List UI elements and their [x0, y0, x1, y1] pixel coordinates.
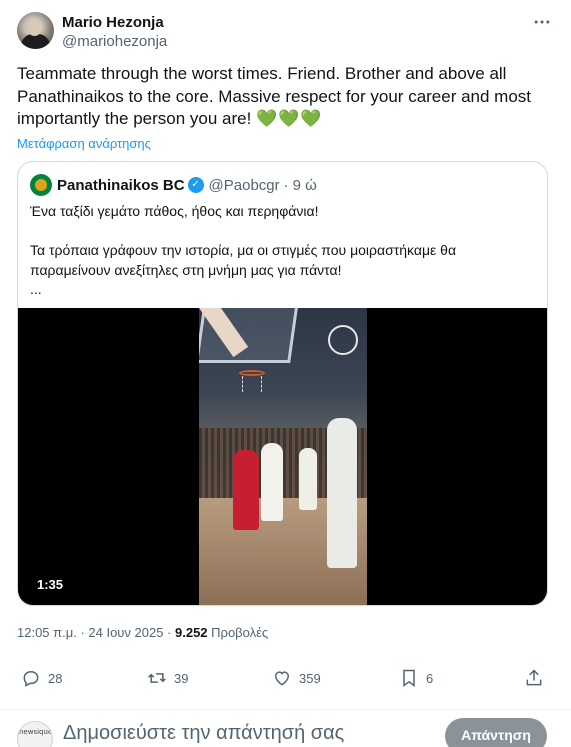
share-button[interactable] [524, 668, 544, 688]
divider [0, 709, 571, 710]
quoted-handle: @Paobcgr [208, 176, 280, 194]
quoted-tweet[interactable]: Panathinaikos BC ✓ @Paobcgr · 9 ώ Ένα τα… [17, 161, 548, 606]
like-button[interactable]: 359 [272, 668, 321, 688]
separator-dot: · [283, 176, 289, 194]
video-frame [199, 308, 367, 605]
action-bar: 28 39 359 6 [17, 668, 548, 692]
quoted-time: 9 ώ [292, 176, 317, 194]
repost-count: 39 [174, 670, 189, 686]
reply-avatar-text: newsique [19, 728, 53, 736]
quoted-header: Panathinaikos BC ✓ @Paobcgr · 9 ώ [30, 174, 317, 196]
views-label: Προβολές [207, 625, 269, 640]
heart-icon [274, 671, 290, 686]
quoted-name: Panathinaikos BC [57, 176, 185, 194]
green-hearts-emoji: 💚💚💚 [256, 109, 323, 128]
player-white-graphic [261, 443, 283, 521]
author-display-name[interactable]: Mario Hezonja [62, 14, 164, 31]
tweet-text: Teammate through the worst times. Friend… [17, 63, 547, 131]
quoted-text: Ένα ταξίδι γεμάτο πάθος, ήθος και περηφά… [30, 203, 457, 297]
verified-badge-icon: ✓ [187, 177, 204, 193]
tweet-header: Mario Hezonja @mariohezonja [17, 12, 554, 52]
more-dots-icon[interactable] [530, 12, 554, 36]
reply-icon [23, 670, 39, 687]
bookmark-button[interactable]: 6 [399, 668, 433, 688]
translate-link[interactable]: Μετάφραση ανάρτησης [17, 136, 151, 151]
video-player[interactable]: 1:35 [18, 308, 547, 605]
reply-avatar: newsique [17, 721, 53, 747]
tweet-timestamp[interactable]: 12:05 π.μ. · 24 Ιουν 2025 · [17, 625, 175, 640]
reply-input[interactable]: Δημοσιεύστε την απάντησή σας [63, 722, 344, 745]
like-count: 359 [299, 670, 321, 686]
team-logo-graphic [328, 325, 358, 355]
views-count: 9.252 [175, 625, 208, 640]
share-icon [526, 669, 542, 686]
quoted-avatar [30, 174, 52, 196]
player-white-graphic [327, 418, 357, 568]
bookmark-count: 6 [426, 670, 434, 686]
player-red-graphic [233, 450, 259, 530]
reply-button[interactable]: 28 [21, 668, 62, 688]
bookmark-icon [403, 669, 415, 687]
repost-icon [148, 673, 166, 683]
player-white-graphic [299, 448, 317, 510]
repost-button[interactable]: 39 [147, 668, 188, 688]
author-handle[interactable]: @mariohezonja [62, 33, 167, 50]
tweet-meta: 12:05 π.μ. · 24 Ιουν 2025 · 9.252 Προβολ… [17, 625, 268, 640]
video-duration: 1:35 [37, 577, 64, 592]
reply-submit-button[interactable]: Απάντηση [445, 718, 547, 747]
net-graphic [242, 376, 262, 392]
author-avatar[interactable] [17, 12, 54, 49]
reply-count: 28 [48, 670, 63, 686]
